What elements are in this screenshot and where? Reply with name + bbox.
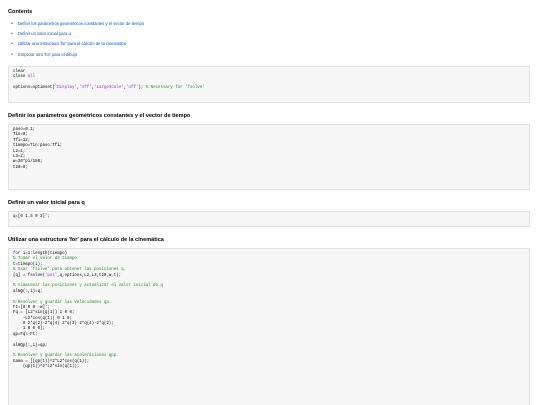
contents-heading: Contents <box>8 9 33 15</box>
code-block-setup: clear close all options=optimset('Display… <box>8 66 530 103</box>
code-token: 'off' <box>79 86 92 91</box>
code-token: Tfi=12; <box>13 138 31 143</box>
code-token: [q] = fsolve( <box>13 273 45 278</box>
code-token: almQp(:,i)=qp; <box>13 343 48 348</box>
code-token: qp=Fq\-Ft; <box>13 332 38 337</box>
code-line: options=optimset('Display','off','LargeS… <box>13 86 525 91</box>
code-token: % Almacenar las posiciones y actualizar … <box>13 284 163 289</box>
code-token: % Necessary for 'fsolve' <box>145 86 205 91</box>
contents-item: Definir los parámetros geométricos const… <box>8 19 144 29</box>
code-token: ,q,options,L2,L3,t20,w,t); <box>57 273 122 278</box>
contents-link[interactable]: Definir un valor inicial para q <box>18 31 71 36</box>
code-token: all <box>27 75 36 80</box>
code-token: (qp(1))^2*L2*sin(q(1)); <box>13 365 80 370</box>
code-token: L3=2; <box>13 154 26 159</box>
code-token: tiempo=Tin:paso:Tfi; <box>13 144 63 149</box>
code-token: almQ(:,i)=q; <box>13 289 43 294</box>
contents-link[interactable]: Utilizar una estructura 'for' para el cá… <box>18 41 126 46</box>
contents-list: Definir los parámetros geométricos const… <box>8 19 144 60</box>
contents-link[interactable]: Empezar otro 'for' para el dibujo <box>18 52 77 57</box>
code-token: -L2*cos(q(1)) 0 1 0; <box>13 316 72 321</box>
code-token: t20=0; <box>13 165 28 170</box>
code-line: (qp(1))^2*L2*sin(q(1)); <box>13 365 525 370</box>
code-token: % Resolver y guardar las velocidades qp <box>13 300 109 305</box>
code-block-initial-q: q=[0 1.5 0 3]'; <box>8 211 530 227</box>
code-token: close <box>13 75 28 80</box>
contents-link[interactable]: Definir los parámetros geométricos const… <box>18 21 144 26</box>
code-line: q=[0 1.5 0 3]'; <box>13 215 525 220</box>
code-block-kinematics-loop: for i=1:length(tiempo)% Tomar el valor d… <box>8 248 530 405</box>
code-token: t=tiempo(i); <box>13 262 43 267</box>
code-token: L2=1; <box>13 149 26 154</box>
code-token: Gama = [(qp(1))^2*L2*cos(q(1)); <box>13 359 90 364</box>
code-token: 0 2*q(2)-2*q(4) 2*q(3) 2*q(4)-2*q(2); <box>13 322 114 327</box>
code-token: w=30*pi/180; <box>13 160 43 165</box>
code-token: 'pos' <box>44 273 58 278</box>
code-token: Tin=0; <box>13 133 28 138</box>
code-token: clear <box>13 70 26 74</box>
code-token: i=1:length(tiempo) <box>20 252 68 256</box>
code-token: % Resolver y guardar las aceleraciones q… <box>13 354 117 359</box>
section-heading: Definir los parámetros geométricos const… <box>8 113 191 119</box>
code-token: options=optimset( <box>13 86 55 91</box>
code-token: 'Display' <box>54 86 77 91</box>
document-page: Contents Definir los parámetros geométri… <box>0 0 540 405</box>
section-heading: Definir un valor inicial para q <box>8 200 85 206</box>
code-token: Fq = [L2*sin(q(1)) 1 0 0; <box>13 311 75 316</box>
contents-item: Empezar otro 'for' para el dibujo <box>8 50 144 60</box>
code-token: Ft=[0 0 0 -w]'; <box>13 305 50 310</box>
code-token: 1 0 0 0]; <box>13 327 45 332</box>
contents-item: Utilizar una estructura 'for' para el cá… <box>8 39 144 49</box>
code-token: 'off' <box>126 86 139 91</box>
section-heading: Utilizar una estructura 'for' para el cá… <box>8 237 164 243</box>
code-token: paso=0.1; <box>13 128 36 132</box>
code-line: t20=0; <box>13 166 525 171</box>
code-token: 'LargeScale' <box>94 86 124 91</box>
code-token: q=[0 1.5 0 3]'; <box>13 215 50 219</box>
code-token: ); <box>138 86 146 91</box>
code-token: % Tomar el valor de tiempo <box>13 257 77 262</box>
contents-item: Definir un valor inicial para q <box>8 29 144 39</box>
code-token: % Usar 'fsolve' para obtener las posicio… <box>13 268 127 273</box>
code-block-parameters: paso=0.1; Tin=0; Tfi=12; tiempo=Tin:paso:Tf… <box>8 124 530 190</box>
